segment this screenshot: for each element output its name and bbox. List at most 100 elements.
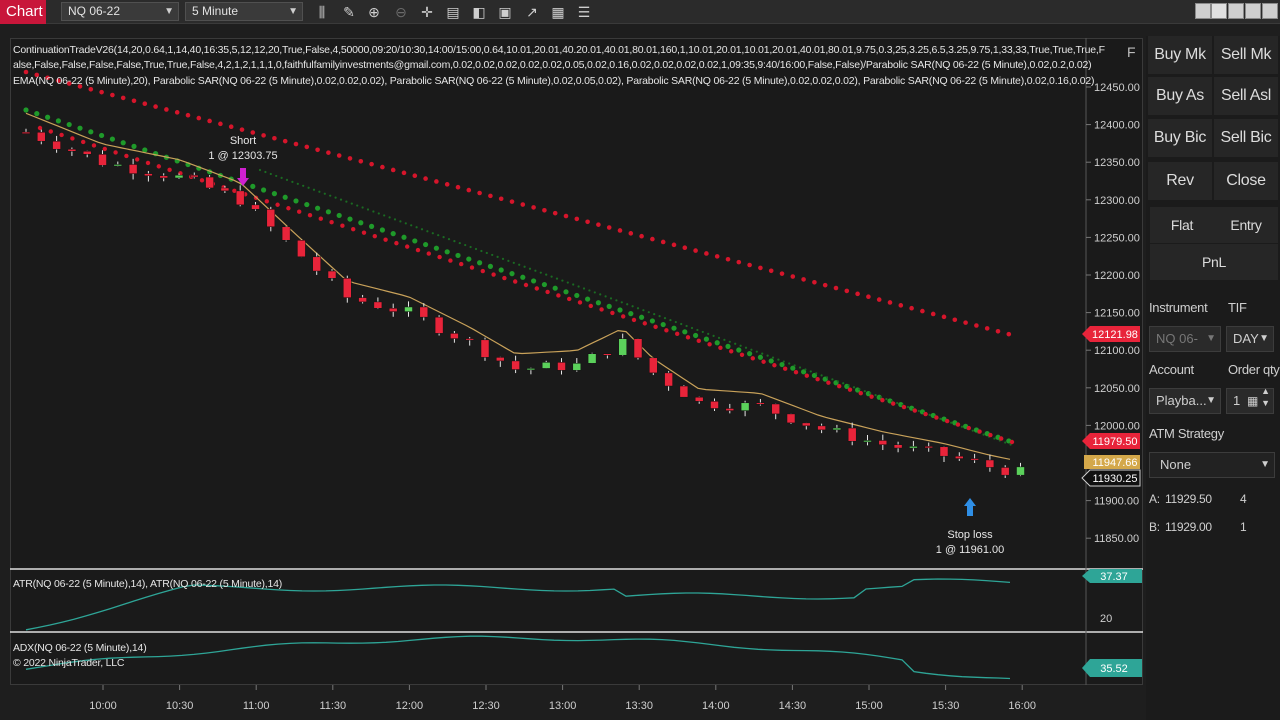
sar-dot-green — [369, 223, 375, 229]
sar-dot-red — [866, 294, 871, 299]
sar-dot-green-small — [345, 200, 348, 203]
sell-ask-button[interactable]: Sell Asl — [1214, 77, 1278, 115]
stepper-arrows-icon[interactable]: ▲ ▼ — [1261, 385, 1270, 409]
sar-dot-green — [282, 194, 288, 200]
sar-dot-green-small — [258, 168, 262, 172]
sar-dot-red-near — [135, 157, 140, 162]
pnl-button[interactable]: PnL — [1150, 244, 1278, 280]
close-button[interactable]: Close — [1214, 162, 1278, 200]
sar-dot-red-near — [145, 160, 151, 166]
sar-dot-red-near — [469, 265, 475, 270]
sar-dot-red-near — [383, 237, 388, 242]
sar-dot-green — [541, 281, 548, 288]
close-icon[interactable] — [1262, 3, 1278, 19]
sar-dot-red-near — [307, 213, 313, 218]
sar-dot-green-small — [863, 390, 866, 393]
candle-down — [220, 187, 230, 192]
calculator-icon[interactable]: ▦ — [1247, 389, 1258, 413]
sar-dot-red-near — [804, 373, 809, 378]
sar-dot-green-small — [512, 261, 515, 264]
f-icon[interactable]: F — [1127, 44, 1136, 60]
sar-dot-green-small — [372, 210, 375, 213]
sar-dot-green-small — [366, 208, 370, 211]
sar-dot-red-near — [275, 202, 280, 207]
sar-dot-green-small — [323, 192, 326, 195]
sar-dot-red-near — [675, 331, 680, 337]
window-tile-icon[interactable] — [1195, 3, 1211, 19]
candle-down — [480, 339, 490, 358]
sar-dot-green-small — [685, 324, 688, 328]
sar-dot-green-small — [280, 176, 283, 179]
candle-down — [771, 403, 780, 415]
sar-dot-green-small — [545, 273, 548, 276]
time-tick-label: 16:00 — [1008, 700, 1036, 712]
sar-dot-red — [282, 138, 288, 144]
reverse-button[interactable]: Rev — [1148, 162, 1212, 200]
sar-dot-red-near — [91, 143, 97, 148]
sar-dot-red — [293, 141, 299, 147]
sar-dot-green-small — [275, 174, 278, 178]
candle-up — [404, 306, 413, 312]
sar-dot-red — [380, 164, 385, 170]
sar-dot-green-small — [928, 413, 931, 416]
sar-dot-green-small — [474, 247, 478, 251]
candle-down — [98, 154, 107, 166]
sar-dot-red-near — [923, 411, 928, 417]
buy-bid-button[interactable]: Buy Bic — [1148, 119, 1212, 157]
sar-dot-green — [552, 285, 558, 291]
tif-select[interactable]: DAY ▼ — [1226, 326, 1274, 352]
instrument-select[interactable]: NQ 06- ▼ — [1149, 326, 1221, 352]
sar-dot-red — [844, 288, 850, 294]
account-select[interactable]: Playba... ▼ — [1149, 388, 1221, 414]
sar-dot-red — [444, 182, 450, 187]
candle-up — [174, 174, 184, 179]
sar-dot-red-near — [869, 394, 874, 399]
price-tick-label: 12100.00 — [1094, 345, 1140, 357]
price-flag-ema: 11947.66 — [1084, 455, 1140, 469]
buy-market-button[interactable]: Buy Mk — [1148, 36, 1212, 74]
candle-down — [21, 131, 31, 134]
sar-dot-green-small — [534, 269, 537, 272]
sar-dot-red — [974, 323, 979, 328]
price-tick-label: 12400.00 — [1094, 120, 1140, 132]
order-qty-stepper[interactable]: 1 ▦ ▲ ▼ — [1226, 385, 1274, 414]
sar-dot-red — [423, 176, 428, 181]
sar-dot-red — [142, 101, 148, 106]
sar-dot-green — [768, 358, 774, 364]
sar-dot-red-near — [783, 366, 788, 371]
sar-dot-green-small — [388, 216, 391, 219]
sar-dot-green-small — [582, 287, 586, 290]
sar-dot-green — [585, 296, 591, 302]
sar-dot-green-small — [712, 334, 715, 337]
sell-market-button[interactable]: Sell Mk — [1214, 36, 1278, 74]
sar-dot-red-near — [858, 390, 863, 396]
minimize-icon[interactable] — [1228, 3, 1244, 19]
atm-strategy-select[interactable]: None ▼ — [1149, 452, 1275, 478]
sar-dot-green-small — [458, 241, 461, 245]
sar-dot-red-near — [426, 251, 431, 256]
sar-dot-green-small — [420, 228, 424, 231]
candle-down — [878, 440, 888, 445]
sar-dot-red — [596, 222, 601, 227]
sar-dot-red — [315, 147, 320, 153]
sell-bid-button[interactable]: Sell Bic — [1214, 119, 1278, 157]
buy-ask-button[interactable]: Buy As — [1148, 77, 1212, 115]
sar-dot-red-near — [264, 199, 269, 204]
maximize-icon[interactable] — [1245, 3, 1261, 19]
sar-dot-green-small — [960, 425, 964, 428]
sar-dot-red — [99, 89, 104, 95]
sar-dot-green — [606, 303, 612, 309]
candle-down — [205, 176, 214, 189]
entry-button[interactable]: Entry — [1214, 207, 1278, 243]
flat-button[interactable]: Flat — [1150, 207, 1214, 243]
sar-dot-red — [336, 153, 342, 158]
sar-dot-green-small — [777, 358, 780, 361]
sar-dot-red — [887, 300, 893, 305]
sar-dot-green-small — [356, 204, 359, 207]
window-link-icon[interactable] — [1211, 3, 1227, 19]
time-tick-label: 14:30 — [779, 700, 807, 712]
sar-dot-green — [336, 212, 342, 219]
sar-dot-red-near — [448, 258, 453, 263]
sar-dot-red — [218, 121, 223, 127]
sar-dot-red-near — [772, 363, 777, 368]
